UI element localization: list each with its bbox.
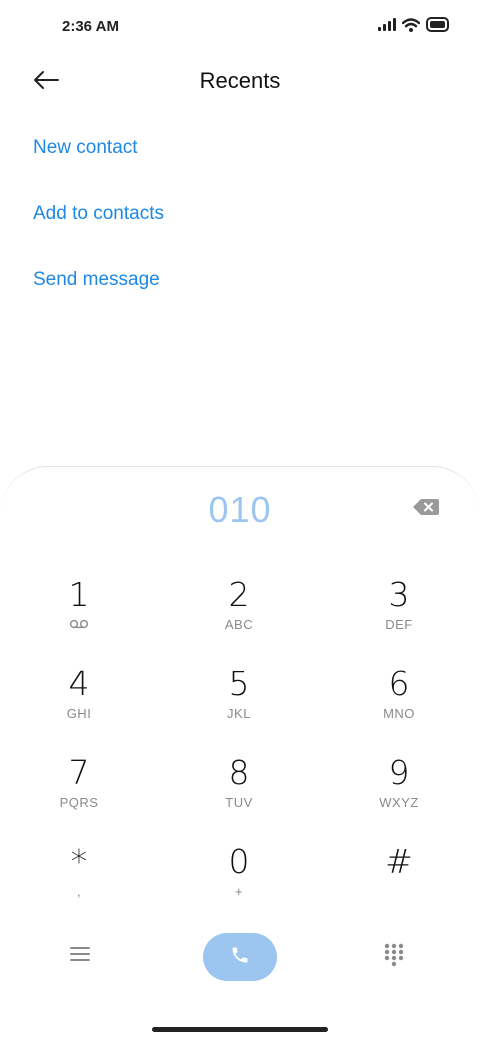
dialer-bottom-bar <box>0 933 480 993</box>
key-hash[interactable]: # <box>339 842 459 922</box>
key-letters: , <box>76 884 82 899</box>
keypad-row: * , 0 + # <box>0 842 480 931</box>
key-digit: 1 <box>68 575 90 614</box>
dialpad-icon <box>384 943 404 971</box>
key-letters: DEF <box>385 617 413 632</box>
key-7[interactable]: 7 PQRS <box>19 753 139 833</box>
key-2[interactable]: 2 ABC <box>179 575 299 655</box>
menu-icon <box>70 947 90 967</box>
key-letters: WXYZ <box>379 795 419 810</box>
app-header: Recents <box>0 56 480 108</box>
keypad-row: 7 PQRS 8 TUV 9 WXYZ <box>0 753 480 842</box>
key-digit: 5 <box>228 664 250 703</box>
menu-button[interactable] <box>70 945 100 975</box>
key-letters: JKL <box>227 706 251 721</box>
actions-list: New contact Add to contacts Send message <box>33 126 164 324</box>
backspace-button[interactable] <box>412 497 444 521</box>
home-indicator[interactable] <box>152 1027 328 1032</box>
backspace-icon <box>412 499 440 521</box>
key-6[interactable]: 6 MNO <box>339 664 459 744</box>
keypad-row: 4 GHI 5 JKL 6 MNO <box>0 664 480 753</box>
key-9[interactable]: 9 WXYZ <box>339 753 459 833</box>
key-letters: TUV <box>225 795 253 810</box>
key-star[interactable]: * , <box>19 842 139 922</box>
key-letters: GHI <box>66 706 92 721</box>
key-digit: 2 <box>228 575 250 614</box>
phone-icon <box>230 945 250 970</box>
key-letters: + <box>234 884 244 899</box>
key-1[interactable]: 1 <box>19 575 139 655</box>
dialer-screen: 2:36 AM Recents New contact Add to conta… <box>0 0 480 1040</box>
key-letters: PQRS <box>59 795 99 810</box>
key-5[interactable]: 5 JKL <box>179 664 299 744</box>
key-digit: 4 <box>68 664 90 703</box>
add-to-contacts-link[interactable]: Add to contacts <box>33 192 164 258</box>
key-digit: 3 <box>388 575 410 614</box>
page-title: Recents <box>199 68 281 93</box>
dialpad-panel: 010 1 2 ABC 3 DEF 4 GHI 5 JKL 6 MNO 7 PQ… <box>0 466 480 1040</box>
dialpad-toggle-button[interactable] <box>384 943 406 971</box>
key-digit: 7 <box>68 753 90 792</box>
key-letters: MNO <box>383 706 415 721</box>
key-digit: 9 <box>388 753 410 792</box>
voicemail-icon <box>19 617 139 632</box>
wifi-icon <box>402 17 420 32</box>
status-time: 2:36 AM <box>62 18 119 35</box>
battery-icon <box>426 17 450 32</box>
key-3[interactable]: 3 DEF <box>339 575 459 655</box>
key-0[interactable]: 0 + <box>179 842 299 922</box>
new-contact-link[interactable]: New contact <box>33 126 164 192</box>
key-letters: ABC <box>224 617 254 632</box>
key-digit: 0 <box>228 842 250 881</box>
keypad: 1 2 ABC 3 DEF 4 GHI 5 JKL 6 MNO 7 PQRS 8… <box>0 575 480 931</box>
status-bar: 2:36 AM <box>0 0 480 56</box>
key-digit: # <box>385 842 413 881</box>
status-icons <box>378 17 450 32</box>
key-digit: 8 <box>228 753 250 792</box>
key-4[interactable]: 4 GHI <box>19 664 139 744</box>
dialed-number: 010 <box>208 489 272 530</box>
key-8[interactable]: 8 TUV <box>179 753 299 833</box>
key-digit: 6 <box>388 664 410 703</box>
key-digit: * <box>70 842 88 881</box>
keypad-row: 1 2 ABC 3 DEF <box>0 575 480 664</box>
call-button[interactable] <box>203 933 277 981</box>
signal-icon <box>378 18 396 31</box>
send-message-link[interactable]: Send message <box>33 258 164 324</box>
